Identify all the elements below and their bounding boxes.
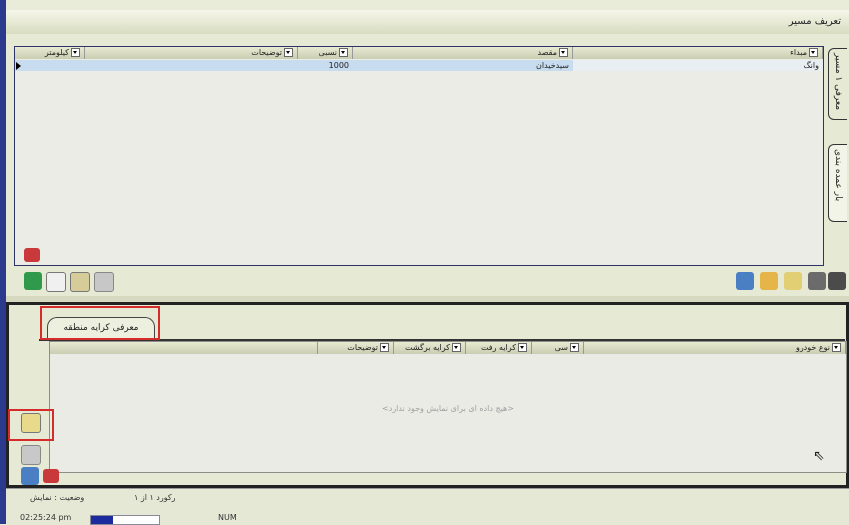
col-header-vehicle[interactable]: نوع خودرو (584, 342, 846, 354)
fare-grid[interactable]: نوع خودرو سی کرایه رفت کرایه برگشت توضیح… (49, 341, 847, 473)
num-lock-indicator: NUM (218, 513, 237, 522)
filter-icon[interactable] (570, 343, 579, 352)
record-counter: رکورد ۱ از ۱ (134, 493, 176, 502)
print-icon[interactable] (24, 248, 40, 262)
mouse-pointer-icon: ⇖ (813, 448, 825, 464)
filter-icon[interactable] (809, 48, 818, 57)
cell-destination[interactable]: سیدخیدان (353, 60, 573, 71)
side-tab-route[interactable]: معرفی ۱ مسیر (828, 48, 847, 120)
col-header-km[interactable]: کیلومتر (15, 47, 85, 59)
export-icon[interactable] (24, 272, 42, 290)
edit-record-icon[interactable] (21, 445, 41, 465)
filter-icon[interactable] (71, 48, 80, 57)
cell-percent[interactable]: 1000 (298, 60, 353, 71)
status-state: وضعیت : نمایش (30, 493, 85, 502)
new-record-icon[interactable] (784, 272, 802, 290)
print-icon[interactable] (43, 469, 59, 483)
progress-fill (91, 516, 114, 524)
routes-grid[interactable]: مبداء مقصد نسبی توضیحات کیلومتر وانگ سید… (14, 46, 824, 266)
cell-km[interactable] (15, 60, 85, 71)
delete-bin-icon[interactable] (736, 272, 754, 290)
cell-notes[interactable] (85, 60, 298, 71)
col-header-col2[interactable]: سی (532, 342, 584, 354)
status-bar: رکورد ۱ از ۱ وضعیت : نمایش 02:25:24 pm 3… (6, 488, 849, 525)
col-header-percent[interactable]: نسبی (298, 47, 353, 59)
filter-icon[interactable] (284, 48, 293, 57)
top-toolbar (14, 248, 846, 294)
highlight-box (40, 306, 160, 340)
confirm-icon[interactable] (828, 272, 846, 290)
progress-label: 33% (121, 515, 139, 524)
side-tab-packing[interactable]: بار عمده بندی (828, 144, 847, 222)
filter-icon[interactable] (559, 48, 568, 57)
filter-icon[interactable] (452, 343, 461, 352)
window-title: تعریف مسیر (788, 16, 841, 27)
title-bar: تعریف مسیر (6, 10, 849, 35)
col-header-blank (50, 342, 318, 354)
side-tabs: معرفی ۱ مسیر بار عمده بندی (827, 48, 849, 248)
highlight-box (8, 409, 54, 441)
col-header-fare-return[interactable]: کرایه برگشت (394, 342, 466, 354)
cell-origin[interactable]: وانگ (573, 60, 823, 71)
edit-icon[interactable] (760, 272, 778, 290)
document-icon[interactable] (46, 272, 66, 292)
filter-icon[interactable] (339, 48, 348, 57)
table-row[interactable]: وانگ سیدخیدان 1000 (15, 60, 823, 71)
filter-icon[interactable] (380, 343, 389, 352)
empty-grid-message: <هیچ داده ای برای نمایش وجود ندارد> (382, 404, 514, 413)
tools-icon[interactable] (94, 272, 114, 292)
clipboard-icon[interactable] (70, 272, 90, 292)
col-header-notes[interactable]: توضیحات (318, 342, 394, 354)
filter-icon[interactable] (832, 343, 841, 352)
status-time: 02:25:24 pm (20, 513, 72, 522)
filter-icon[interactable] (518, 343, 527, 352)
col-header-origin[interactable]: مبداء (573, 47, 823, 59)
row-indicator-icon (16, 62, 21, 70)
cancel-icon[interactable] (808, 272, 826, 290)
delete-bin-icon[interactable] (21, 467, 39, 485)
top-panel: مبداء مقصد نسبی توضیحات کیلومتر وانگ سید… (6, 34, 849, 299)
col-header-notes[interactable]: توضیحات (85, 47, 298, 59)
col-header-destination[interactable]: مقصد (353, 47, 573, 59)
col-header-fare-go[interactable]: کرایه رفت (466, 342, 532, 354)
